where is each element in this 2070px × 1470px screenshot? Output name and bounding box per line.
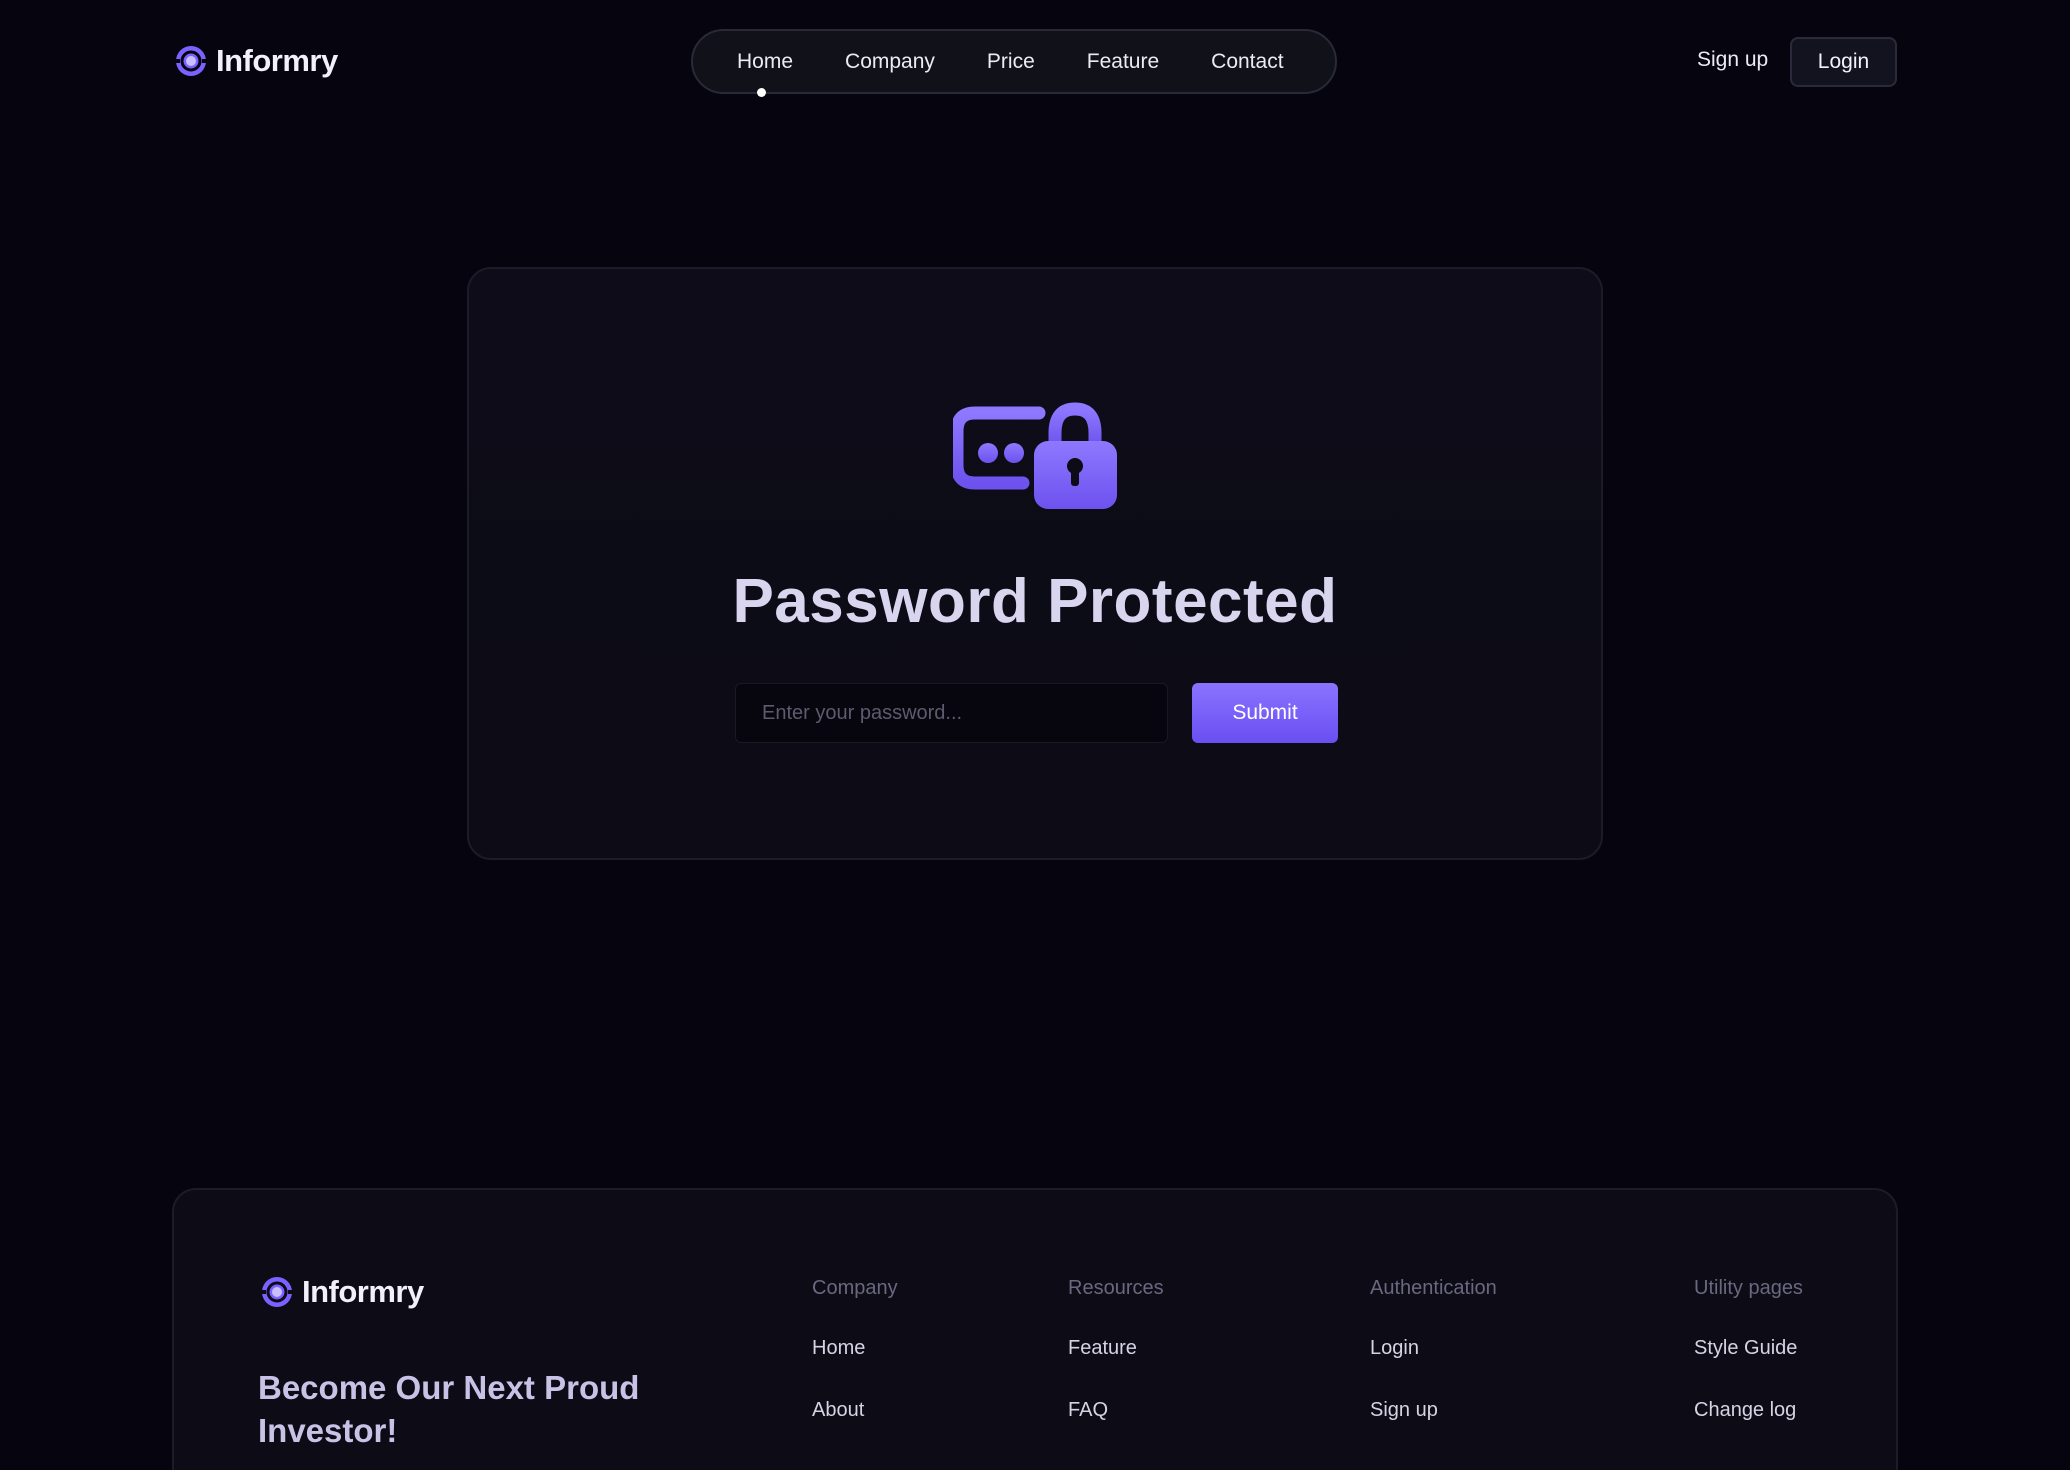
nav-item-contact[interactable]: Contact xyxy=(1211,50,1283,74)
nav-item-label: Price xyxy=(986,49,1035,73)
footer-column-heading: Resources xyxy=(1068,1277,1164,1299)
footer-column-resources: Resources Feature FAQ xyxy=(1068,1277,1164,1461)
footer-link-style-guide[interactable]: Style Guide xyxy=(1694,1337,1803,1360)
footer-link-faq[interactable]: FAQ xyxy=(1068,1399,1164,1422)
login-button[interactable]: Login xyxy=(1790,37,1897,87)
nav-item-label: Home xyxy=(737,49,794,73)
footer-column-company: Company Home About xyxy=(812,1277,898,1461)
footer-link-change-log[interactable]: Change log xyxy=(1694,1399,1803,1422)
card-title: Password Protected xyxy=(732,567,1338,636)
footer-link-login[interactable]: Login xyxy=(1370,1337,1497,1360)
nav-item-price[interactable]: Price xyxy=(987,50,1035,74)
footer-column-heading: Company xyxy=(812,1277,898,1299)
nav-item-feature[interactable]: Feature xyxy=(1087,50,1159,74)
nav-item-company[interactable]: Company xyxy=(845,50,935,74)
brand-name: Informry xyxy=(302,1274,424,1309)
brand-name: Informry xyxy=(216,43,338,78)
brand-logo-icon xyxy=(174,46,208,76)
active-indicator xyxy=(757,87,766,97)
footer-column-heading: Authentication xyxy=(1370,1277,1497,1299)
nav-item-label: Company xyxy=(845,49,935,73)
footer-link-signup[interactable]: Sign up xyxy=(1370,1399,1497,1422)
password-card xyxy=(467,267,1603,860)
footer-column-authentication: Authentication Login Sign up xyxy=(1370,1277,1497,1461)
footer-column-heading: Utility pages xyxy=(1694,1277,1803,1299)
footer-link-feature[interactable]: Feature xyxy=(1068,1337,1164,1360)
footer-logo[interactable]: Informry xyxy=(260,1274,424,1310)
brand-logo-icon xyxy=(260,1277,294,1307)
footer-tagline: Become Our Next Proud Investor! xyxy=(258,1369,640,1449)
signup-link[interactable]: Sign up xyxy=(1697,48,1768,72)
nav-item-home[interactable]: Home xyxy=(737,49,794,97)
footer-link-home[interactable]: Home xyxy=(812,1337,898,1360)
nav-item-label: Feature xyxy=(1086,49,1160,73)
nav-item-label: Contact xyxy=(1211,49,1284,73)
footer-column-utility-pages: Utility pages Style Guide Change log xyxy=(1694,1277,1803,1461)
header-logo[interactable]: Informry xyxy=(174,43,338,79)
password-input[interactable] xyxy=(735,683,1168,743)
password-lock-icon xyxy=(953,402,1117,509)
footer-link-about[interactable]: About xyxy=(812,1399,898,1422)
page: Informry Home Company Price Feature Cont… xyxy=(0,0,2070,1470)
submit-button[interactable]: Submit xyxy=(1192,683,1338,743)
main-nav: Home Company Price Feature Contact xyxy=(691,29,1337,97)
